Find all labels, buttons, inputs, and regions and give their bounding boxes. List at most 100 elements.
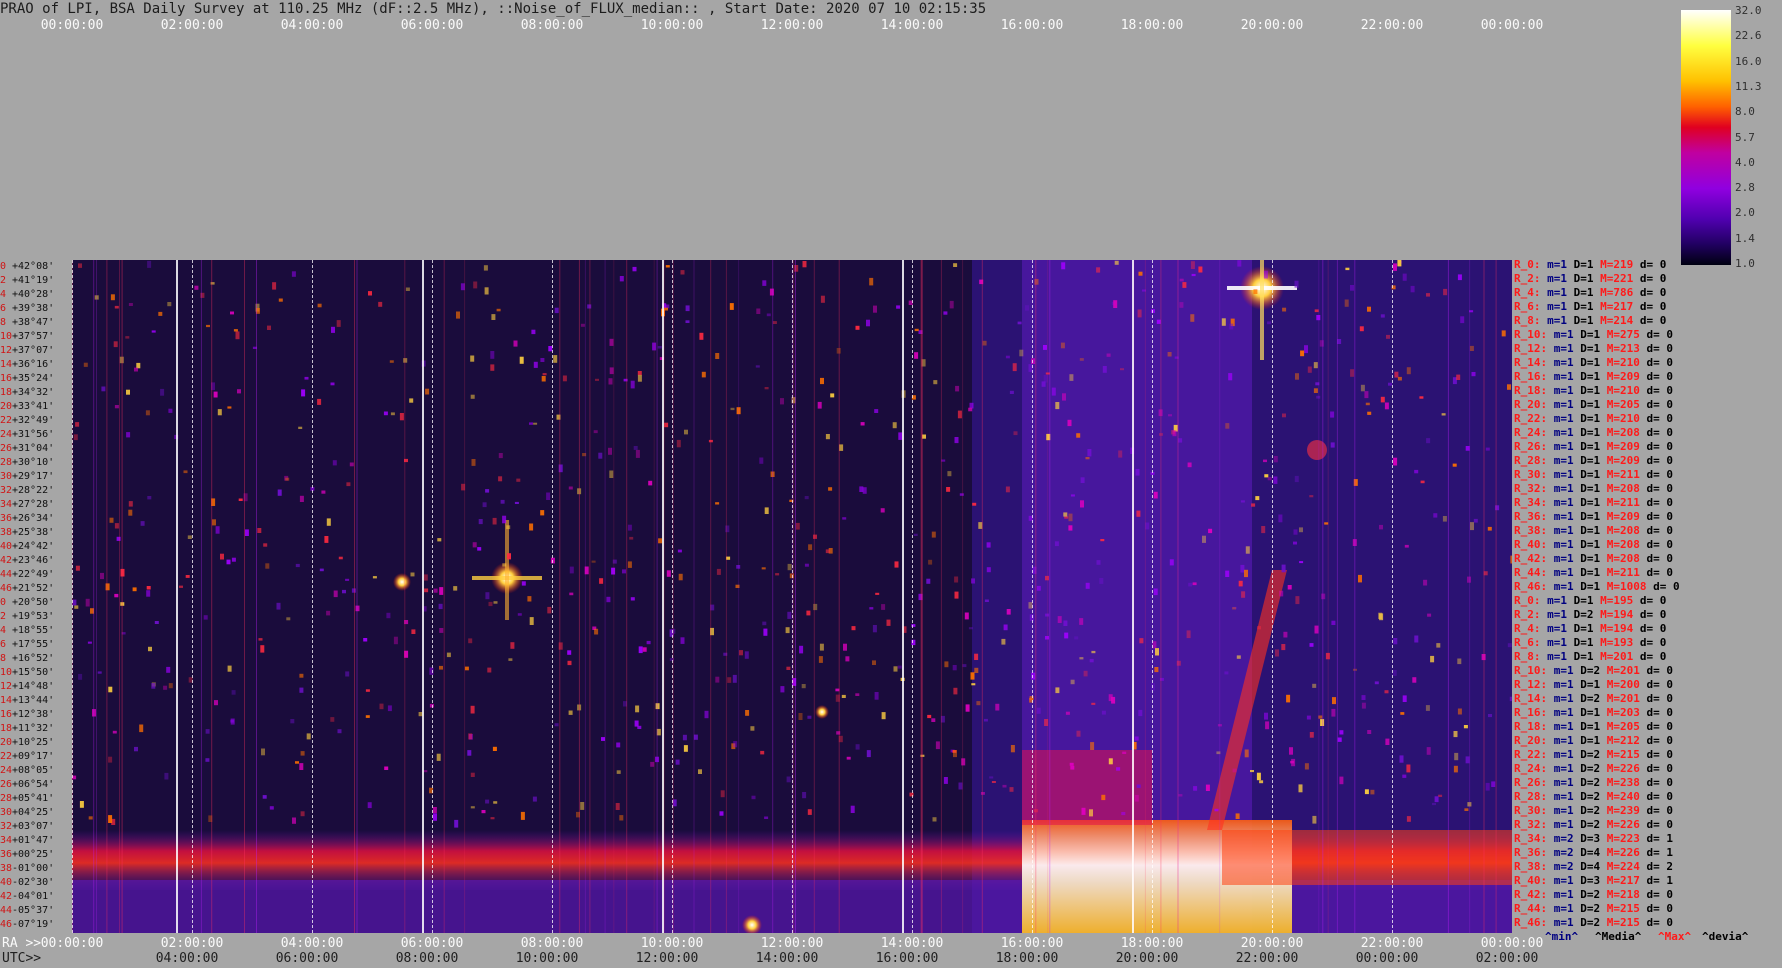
stats-max: M=221 <box>1600 272 1634 285</box>
noise-speckle <box>780 686 785 693</box>
noise-speckle <box>1420 480 1425 484</box>
noise-speckle <box>684 429 688 435</box>
declination-value: +11°32' <box>12 723 55 734</box>
noise-speckle <box>472 542 477 548</box>
noise-speckle <box>869 607 874 610</box>
noise-speckle <box>1228 373 1233 381</box>
noise-speckle <box>319 568 324 572</box>
noise-speckle <box>203 615 208 620</box>
noise-speckle <box>1205 784 1210 791</box>
noise-speckle <box>409 398 414 403</box>
declination-label: 26+31°04' <box>0 444 54 454</box>
spectrogram-plot[interactable] <box>72 260 1512 933</box>
noise-speckle <box>484 287 489 295</box>
noise-speckle <box>1061 262 1066 270</box>
row-index: 0 <box>0 597 7 608</box>
noise-speckle <box>855 325 860 330</box>
noise-streak <box>921 260 923 933</box>
stats-med: D=1 <box>1580 678 1601 691</box>
noise-speckle <box>132 587 137 592</box>
declination-value: +22°49' <box>12 569 55 580</box>
noise-speckle <box>1287 585 1292 590</box>
stats-name: R_16: <box>1514 370 1548 383</box>
noise-speckle <box>1134 794 1139 802</box>
noise-speckle <box>932 817 937 822</box>
declination-value: +40°28' <box>12 289 55 300</box>
declination-value: +01°47' <box>12 835 55 846</box>
noise-streak <box>106 260 108 933</box>
stats-max: M=240 <box>1606 790 1640 803</box>
stats-row: R_32: m=1 D=2 M=226 d= 0 <box>1514 818 1673 832</box>
noise-streak <box>584 260 586 933</box>
noise-speckle <box>971 683 976 686</box>
noise-speckle <box>1294 475 1299 483</box>
gridline <box>552 260 553 933</box>
stats-name: R_28: <box>1514 454 1548 467</box>
stats-name: R_10: <box>1514 664 1548 677</box>
stats-med: D=1 <box>1573 300 1594 313</box>
stats-dev: d= 0 <box>1646 678 1674 691</box>
noise-speckle <box>514 501 519 504</box>
stats-row: R_18: m=1 D=1 M=205 d= 0 <box>1514 720 1673 734</box>
stats-med: D=1 <box>1580 370 1601 383</box>
stats-min: m=1 <box>1553 776 1574 789</box>
noise-streak <box>93 260 95 933</box>
noise-speckle <box>787 611 792 619</box>
noise-speckle <box>756 308 761 314</box>
noise-speckle <box>1064 632 1069 639</box>
noise-speckle <box>147 496 152 500</box>
gridline <box>1152 260 1153 933</box>
stats-row: R_40: m=1 D=3 M=217 d= 1 <box>1514 874 1673 888</box>
noise-speckle <box>1238 580 1243 587</box>
colorbar-label: 5.7 <box>1735 130 1755 144</box>
noise-speckle <box>1013 431 1018 436</box>
declination-label: 42+23°46' <box>0 556 54 566</box>
noise-speckle <box>399 413 404 421</box>
noise-speckle <box>851 626 856 631</box>
stats-max: M=208 <box>1606 552 1640 565</box>
noise-speckle <box>519 356 524 364</box>
noise-speckle <box>365 689 370 692</box>
noise-speckle <box>1080 477 1085 483</box>
noise-speckle <box>1055 687 1060 694</box>
noise-speckle <box>1156 319 1161 324</box>
noise-streak <box>1177 260 1179 933</box>
noise-speckle <box>1312 815 1317 824</box>
stats-row: R_16: m=1 D=1 M=209 d= 0 <box>1514 370 1673 384</box>
stats-name: R_8: <box>1514 314 1541 327</box>
noise-speckle <box>1367 730 1372 734</box>
noise-speckle <box>1330 442 1335 448</box>
noise-speckle <box>1089 809 1093 817</box>
noise-speckle <box>470 394 475 399</box>
stats-row: R_34: m=1 D=1 M=211 d= 0 <box>1514 496 1673 510</box>
noise-speckle <box>213 391 218 398</box>
noise-speckle <box>439 628 444 633</box>
noise-speckle <box>436 753 441 761</box>
stats-min: m=1 <box>1553 412 1574 425</box>
stats-row: R_0: m=1 D=1 M=219 d= 0 <box>1514 258 1666 272</box>
noise-speckle <box>1225 423 1230 429</box>
noise-speckle <box>446 652 451 658</box>
stats-dev: d= 0 <box>1639 314 1667 327</box>
noise-speckle <box>286 617 291 621</box>
noise-speckle <box>471 459 476 466</box>
noise-speckle <box>1102 366 1107 373</box>
noise-speckle <box>101 386 106 392</box>
utc-tick-label: 12:00:00 <box>635 951 699 966</box>
noise-speckle <box>1299 561 1304 564</box>
stats-max: M=203 <box>1606 706 1640 719</box>
noise-speckle <box>547 606 552 614</box>
stats-min: m=1 <box>1553 454 1574 467</box>
stats-max: M=200 <box>1606 678 1640 691</box>
stats-dev: d= 0 <box>1646 734 1674 747</box>
utc-label: UTC>> <box>2 951 42 966</box>
noise-speckle <box>1380 396 1385 403</box>
noise-speckle <box>1438 794 1443 797</box>
noise-speckle <box>383 411 388 416</box>
noise-speckle <box>540 510 545 516</box>
noise-speckle <box>470 772 475 777</box>
stats-row: R_8: m=1 D=1 M=214 d= 0 <box>1514 314 1666 328</box>
noise-speckle <box>306 733 311 740</box>
noise-speckle <box>591 560 596 563</box>
noise-speckle <box>665 265 670 268</box>
